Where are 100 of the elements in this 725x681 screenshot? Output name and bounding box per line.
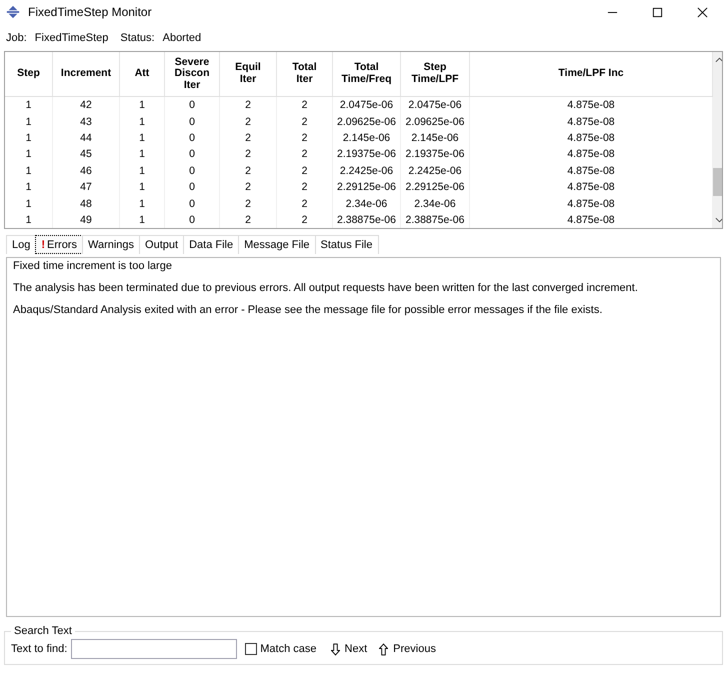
table-cell: 2.2425e-06 (408, 164, 462, 177)
table-cell: 2 (245, 116, 251, 128)
table-cell: 1 (26, 132, 32, 144)
table-cell: 1 (139, 181, 145, 194)
table-cell: 45 (80, 148, 92, 160)
table-cell: 4.875e-08 (567, 214, 615, 226)
table-cell: 2.29125e-06 (406, 181, 464, 194)
table-cell: 1 (26, 148, 32, 160)
table-cell: 1 (139, 148, 145, 160)
table-cell: 47 (80, 181, 92, 194)
table-cell: 1 (26, 181, 32, 194)
message-text: The analysis has been terminated due to previous errors. All output requests have been written for the last converged increment. (13, 282, 639, 294)
table-cell: 2 (302, 99, 308, 112)
app-icon (6, 5, 20, 19)
message-text: Abaqus/Standard Analysis exited with an error - Please see the message file for possible error messages if the file exists. (13, 304, 604, 316)
table-cell: 0 (189, 214, 195, 226)
table-cell: 1 (26, 198, 32, 210)
table-cell: 4.875e-08 (567, 99, 615, 112)
tab[interactable]: Status File (314, 235, 378, 254)
table-cell: 1 (26, 116, 32, 128)
window-title: FixedTimeStep Monitor (28, 5, 152, 19)
column-header[interactable]: Total Time/Freq (333, 52, 401, 96)
table-cell: 2.38875e-06 (337, 214, 396, 226)
scroll-thumb[interactable] (713, 168, 722, 196)
table-cell: 1 (139, 132, 145, 144)
table-cell: 0 (189, 164, 195, 177)
table-cell: 2.145e-06 (411, 132, 459, 144)
next-button[interactable]: Next (326, 642, 372, 656)
table-cell: 2 (245, 132, 251, 144)
table-cell: 2 (302, 164, 308, 177)
previous-button[interactable]: Previous (375, 642, 440, 656)
job-name: FixedTimeStep (34, 32, 108, 44)
scrollbar[interactable] (713, 52, 722, 228)
column-header[interactable]: Att (120, 52, 165, 96)
table-cell: 4.875e-08 (567, 164, 615, 177)
table-cell: 2 (245, 181, 251, 194)
scroll-up-icon[interactable] (714, 57, 722, 63)
table-cell: 0 (189, 181, 195, 194)
column-header[interactable]: Severe Discon Iter (165, 52, 220, 96)
table-cell: 2 (245, 198, 251, 210)
find-input[interactable] (71, 639, 238, 659)
column-header[interactable]: Equil Iter (220, 52, 277, 96)
status-label: Status: (120, 32, 155, 44)
find-label: Text to find: (11, 643, 68, 655)
tab[interactable]: Log (6, 235, 36, 254)
table-cell: 1 (139, 116, 145, 128)
table-cell: 0 (189, 132, 195, 144)
table-cell: 46 (80, 164, 92, 177)
table-cell: 2.19375e-06 (406, 148, 464, 160)
column-header[interactable]: Increment (53, 52, 120, 96)
group-title: Search Text (13, 625, 73, 637)
message-text: Fixed time increment is too large (13, 260, 173, 272)
table-cell: 2 (302, 198, 308, 210)
table-cell: 2.38875e-06 (406, 214, 464, 226)
table-cell: 49 (80, 214, 92, 226)
table-cell: 1 (139, 99, 145, 112)
table-cell: 2.19375e-06 (337, 148, 396, 160)
tab[interactable]: Warnings (82, 235, 140, 254)
job-label: Job: (6, 32, 27, 44)
table-cell: 2.09625e-06 (406, 116, 464, 128)
table-cell: 1 (26, 164, 32, 177)
table-cell: 2 (302, 132, 308, 144)
table-cell: 0 (189, 148, 195, 160)
table-cell: 2.145e-06 (342, 132, 390, 144)
down-arrow-icon (330, 642, 340, 656)
table-cell: 2.34e-06 (414, 198, 456, 210)
table-cell: 2 (245, 148, 251, 160)
column-header[interactable]: Total Iter (277, 52, 333, 96)
table-cell: 1 (139, 214, 145, 226)
table-cell: 2.0475e-06 (408, 99, 462, 112)
tab[interactable]: ! Errors (35, 235, 83, 254)
table-cell: 42 (80, 99, 92, 112)
table-cell: 2.34e-06 (346, 198, 388, 210)
table-cell: 2.29125e-06 (337, 181, 396, 194)
table-cell: 48 (80, 198, 92, 210)
table-cell: 2 (302, 181, 308, 194)
match-case-checkbox[interactable]: Match case (245, 643, 317, 655)
table-cell: 2.09625e-06 (337, 116, 396, 128)
table-cell: 2 (245, 214, 251, 226)
table-cell: 4.875e-08 (567, 132, 615, 144)
table-cell: 4.875e-08 (567, 116, 615, 128)
table-cell: 2 (302, 116, 308, 128)
table-cell: 0 (189, 99, 195, 112)
table-cell: 2 (302, 148, 308, 160)
scroll-down-icon[interactable] (714, 217, 722, 223)
column-header[interactable]: Step (5, 52, 53, 96)
up-arrow-icon (379, 642, 388, 656)
table-cell: 44 (80, 132, 92, 144)
table-cell: 43 (80, 116, 92, 128)
table-cell: 0 (189, 116, 195, 128)
error-icon: ! (41, 238, 46, 250)
table-cell: 1 (139, 164, 145, 177)
table-cell: 2 (302, 214, 308, 226)
table-cell: 4.875e-08 (567, 181, 615, 194)
table-cell: 4.875e-08 (567, 198, 615, 210)
column-header[interactable]: Step Time/LPF (401, 52, 470, 96)
table-cell: 2 (245, 164, 251, 177)
table-cell: 1 (26, 99, 32, 112)
table-cell: 4.875e-08 (567, 148, 615, 160)
table-cell: 2.2425e-06 (340, 164, 394, 177)
